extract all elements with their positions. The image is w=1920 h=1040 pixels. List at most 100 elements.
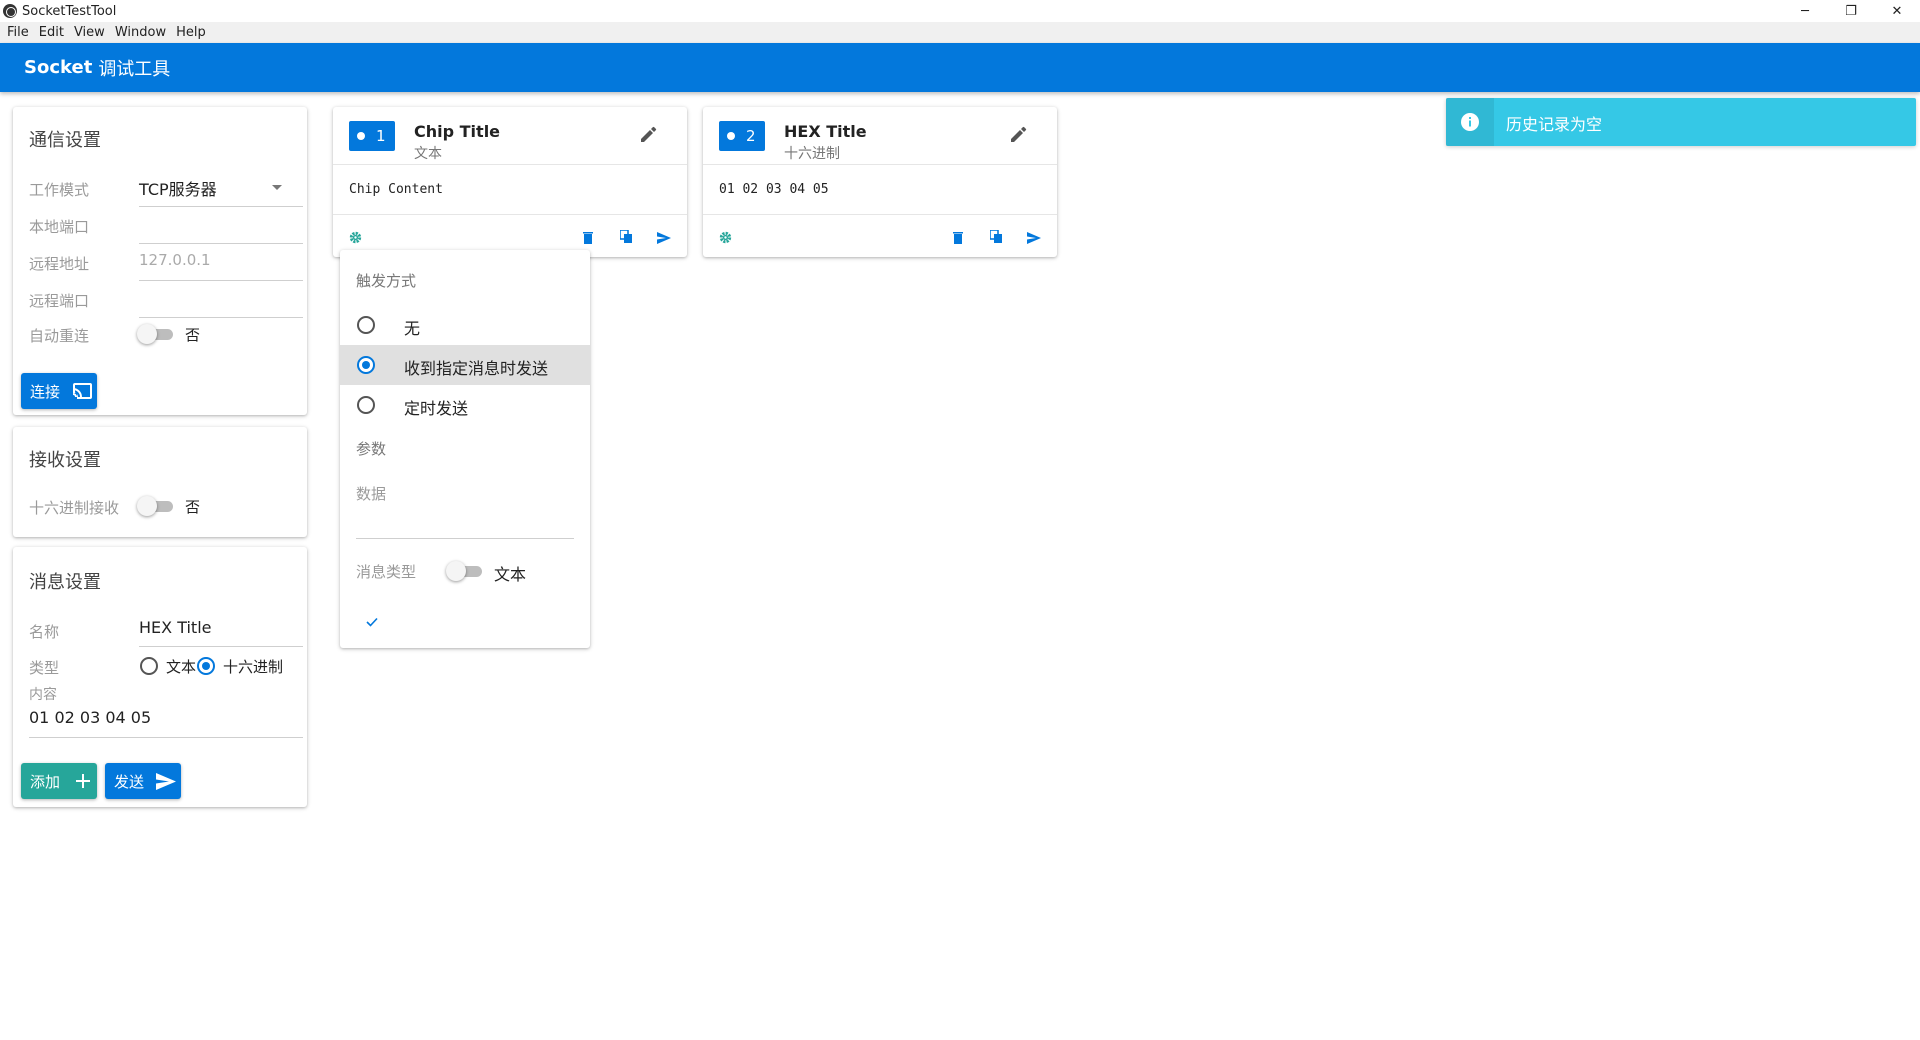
remote-addr-input[interactable]: 127.0.0.1 — [139, 251, 211, 269]
minimize-button[interactable]: ─ — [1782, 0, 1828, 22]
send-label: 发送 — [114, 772, 145, 791]
remote-addr-label: 远程地址 — [29, 255, 90, 273]
send-icon[interactable] — [1027, 229, 1041, 248]
mode-label: 工作模式 — [29, 181, 90, 199]
chip-title-1: Chip Title — [414, 122, 501, 141]
hex-receive-state: 否 — [185, 498, 201, 516]
receive-settings-card: 接收设置 十六进制接收 否 — [13, 427, 307, 537]
trigger-none-radio[interactable] — [357, 316, 375, 334]
snackbar-message: 历史记录为空 — [1506, 115, 1603, 134]
copy-icon[interactable] — [989, 228, 1003, 247]
type-text-radio[interactable] — [140, 657, 158, 675]
send-icon[interactable] — [657, 229, 671, 248]
menu-window[interactable]: Window — [110, 25, 171, 40]
chip-index-1: 1 — [376, 127, 386, 145]
data-input[interactable] — [356, 505, 574, 527]
trigger-option-on-message[interactable]: 收到指定消息时发送 — [340, 345, 590, 385]
chip-title-2: HEX Title — [784, 122, 867, 141]
data-underline — [356, 538, 574, 539]
msg-type-label: 消息类型 — [356, 563, 417, 581]
chip-badge-2: 2 — [719, 121, 765, 151]
delete-icon[interactable] — [583, 229, 593, 248]
chip-content-2: 01 02 03 04 05 — [719, 182, 829, 197]
menu-file[interactable]: File — [2, 25, 34, 40]
hex-receive-toggle[interactable] — [137, 496, 175, 516]
check-icon[interactable] — [366, 612, 378, 631]
connect-label: 连接 — [30, 382, 61, 401]
copy-icon[interactable] — [619, 228, 633, 247]
dot-icon — [357, 132, 365, 140]
trigger-timed-radio[interactable] — [357, 396, 375, 414]
menu-edit[interactable]: Edit — [34, 25, 69, 40]
reconnect-state: 否 — [185, 326, 201, 344]
chip-content-1: Chip Content — [349, 182, 443, 197]
reconnect-toggle[interactable] — [137, 324, 175, 344]
edit-icon[interactable] — [1011, 125, 1028, 146]
local-port-input[interactable] — [139, 213, 303, 235]
chip-subtitle-2: 十六进制 — [784, 146, 840, 162]
remote-port-label: 远程端口 — [29, 292, 90, 310]
send-button[interactable]: 发送 — [105, 763, 181, 799]
app-title-rest: 调试工具 — [98, 58, 171, 80]
hex-receive-label: 十六进制接收 — [29, 499, 120, 517]
remote-port-input[interactable] — [139, 287, 303, 309]
cast-icon — [72, 383, 93, 399]
params-label: 参数 — [356, 440, 387, 458]
plus-icon — [76, 774, 91, 788]
comm-settings-card: 通信设置 工作模式 TCP服务器 本地端口 远程地址 127.0.0.1 远程端… — [13, 107, 307, 415]
window-title: SocketTestTool — [22, 3, 117, 19]
app-bar: Socket 调试工具 — [0, 43, 1920, 92]
menu-help[interactable]: Help — [171, 25, 211, 40]
trigger-panel: 触发方式 无 收到指定消息时发送 定时发送 参数 数据 消息类型 文本 — [340, 250, 590, 648]
gear-icon[interactable] — [349, 229, 362, 248]
content-input[interactable]: 01 02 03 04 05 — [29, 708, 151, 727]
chip-badge-1: 1 — [349, 121, 395, 151]
menubar: File Edit View Window Help — [0, 22, 1920, 43]
edit-icon[interactable] — [641, 125, 658, 146]
chevron-down-icon[interactable] — [272, 185, 282, 190]
type-hex-radio[interactable] — [197, 657, 215, 675]
content-underline — [29, 737, 303, 738]
restore-button[interactable]: ❐ — [1828, 0, 1874, 22]
chip-divider — [333, 164, 687, 165]
chip-card-2: 2 HEX Title 十六进制 01 02 03 04 05 — [703, 107, 1057, 257]
connect-button[interactable]: 连接 — [21, 373, 97, 409]
mode-select-underline — [139, 206, 303, 207]
trigger-title: 触发方式 — [356, 272, 417, 290]
add-button[interactable]: 添加 — [21, 763, 97, 799]
reconnect-label: 自动重连 — [29, 327, 90, 345]
message-settings-card: 消息设置 名称 HEX Title 类型 文本 十六进制 内容 01 02 03… — [13, 547, 307, 807]
trigger-timed-label: 定时发送 — [404, 399, 469, 418]
window-controls: ─ ❐ ✕ — [1782, 0, 1920, 22]
comm-settings-title: 通信设置 — [29, 130, 101, 151]
message-settings-title: 消息设置 — [29, 572, 101, 593]
name-input[interactable]: HEX Title — [139, 618, 211, 637]
type-hex-label: 十六进制 — [223, 658, 284, 676]
gear-icon[interactable] — [719, 229, 732, 248]
menu-view[interactable]: View — [69, 25, 110, 40]
msg-type-toggle[interactable] — [446, 561, 484, 581]
delete-icon[interactable] — [953, 229, 963, 248]
name-underline — [139, 646, 303, 647]
trigger-option-none[interactable]: 无 — [340, 305, 590, 345]
app-icon — [3, 4, 17, 18]
local-port-label: 本地端口 — [29, 218, 90, 236]
name-label: 名称 — [29, 623, 60, 641]
trigger-none-label: 无 — [404, 319, 421, 338]
add-label: 添加 — [30, 772, 61, 791]
close-button[interactable]: ✕ — [1874, 0, 1920, 22]
remote-port-underline — [139, 317, 303, 318]
dot-icon — [727, 132, 735, 140]
chip-subtitle-1: 文本 — [414, 146, 442, 162]
type-text-label: 文本 — [166, 658, 197, 676]
msg-type-state: 文本 — [494, 565, 527, 584]
window-titlebar: SocketTestTool ─ ❐ ✕ — [0, 0, 1920, 22]
chip-divider — [333, 214, 687, 215]
trigger-on-message-radio[interactable] — [357, 356, 375, 374]
trigger-option-timed[interactable]: 定时发送 — [340, 385, 590, 425]
chip-index-2: 2 — [746, 127, 756, 145]
send-icon — [156, 772, 177, 790]
mode-select[interactable]: TCP服务器 — [139, 176, 217, 200]
data-label: 数据 — [356, 485, 387, 503]
trigger-on-message-label: 收到指定消息时发送 — [404, 359, 549, 378]
